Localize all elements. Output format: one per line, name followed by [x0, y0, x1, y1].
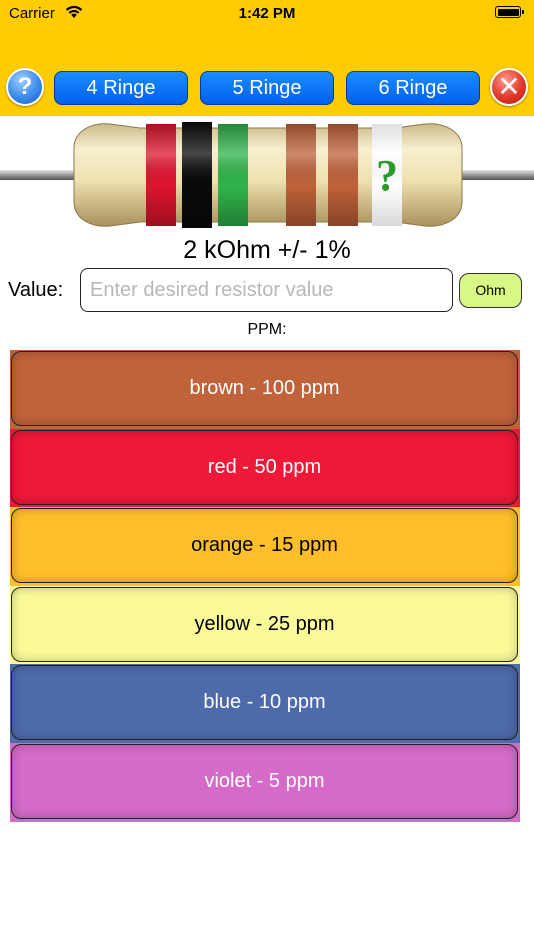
ppm-option-row: orange - 15 ppm — [10, 507, 520, 587]
five-rings-button[interactable]: 5 Ringe — [200, 71, 334, 105]
ppm-option-row: brown - 100 ppm — [10, 350, 520, 429]
ppm-options-list: brown - 100 ppm red - 50 ppm orange - 15… — [10, 350, 520, 822]
resistance-result: 2 kOhm +/- 1% — [183, 236, 351, 264]
ppm-option-blue[interactable]: blue - 10 ppm — [11, 665, 518, 741]
resistor-value-input[interactable] — [80, 268, 453, 312]
battery-icon — [495, 6, 524, 18]
value-label: Value: — [8, 279, 64, 301]
resistor-lead-right — [450, 170, 534, 180]
ohm-unit-button[interactable]: Ohm — [459, 273, 522, 308]
unknown-band-label: ? — [376, 151, 398, 200]
ppm-option-row: blue - 10 ppm — [10, 664, 520, 744]
ppm-option-violet[interactable]: violet - 5 ppm — [11, 744, 518, 819]
close-button[interactable]: ✕ — [490, 68, 528, 106]
top-toolbar: Carrier 1:42 PM ? 4 Ringe 5 Ringe 6 Ring… — [0, 0, 534, 116]
ppm-option-orange[interactable]: orange - 15 ppm — [11, 508, 518, 584]
resistor-illustration: ? — [0, 122, 534, 228]
ppm-option-brown[interactable]: brown - 100 ppm — [11, 351, 518, 426]
ppm-heading: PPM: — [247, 321, 287, 338]
clock: 1:42 PM — [238, 5, 296, 22]
ppm-option-yellow[interactable]: yellow - 25 ppm — [11, 586, 518, 662]
help-button[interactable]: ? — [6, 68, 44, 106]
ppm-option-red[interactable]: red - 50 ppm — [11, 429, 518, 505]
four-rings-button[interactable]: 4 Ringe — [54, 71, 188, 105]
ppm-option-row: red - 50 ppm — [10, 428, 520, 508]
six-rings-button[interactable]: 6 Ringe — [346, 71, 480, 105]
ppm-option-row: violet - 5 ppm — [10, 743, 520, 822]
status-bar: Carrier 1:42 PM — [0, 0, 534, 30]
resistor-body — [73, 123, 463, 227]
ppm-option-row: yellow - 25 ppm — [10, 585, 520, 665]
